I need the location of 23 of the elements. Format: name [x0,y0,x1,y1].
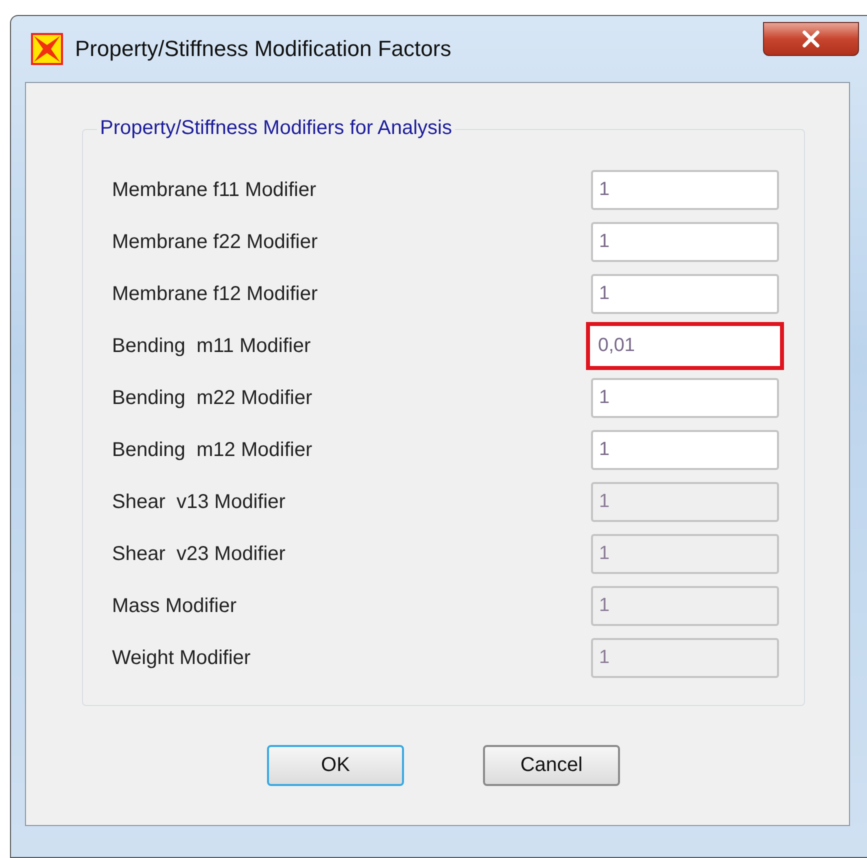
app-icon [31,33,63,65]
field-label: Mass Modifier [112,594,238,618]
group-title: Property/Stiffness Modifiers for Analysis [97,117,455,140]
cancel-button[interactable]: Cancel [483,745,620,786]
input-field[interactable]: 1 [591,430,779,470]
input-field[interactable]: 1 [591,274,779,314]
field-label: Membrane f12 Modifier [112,282,319,306]
input-field[interactable]: 1 [591,378,779,418]
window-title: Property/Stiffness Modification Factors [75,36,452,62]
input-field[interactable]: 1 [591,222,779,262]
field-label: Shear v13 Modifier [112,490,286,514]
field-label: Shear v23 Modifier [112,542,286,566]
field-label: Bending m22 Modifier [112,386,314,410]
field-label: Weight Modifier [112,646,252,670]
input-field[interactable]: 0,01 [586,322,784,370]
ok-button[interactable]: OK [267,745,404,786]
field-label: Membrane f22 Modifier [112,230,319,254]
field-label: Bending m12 Modifier [112,438,314,462]
input-field[interactable]: 1 [591,170,779,210]
close-button[interactable] [763,22,859,56]
field-label: Bending m11 Modifier [112,334,312,358]
field-label: Membrane f11 Modifier [112,178,318,202]
close-icon [800,30,822,48]
